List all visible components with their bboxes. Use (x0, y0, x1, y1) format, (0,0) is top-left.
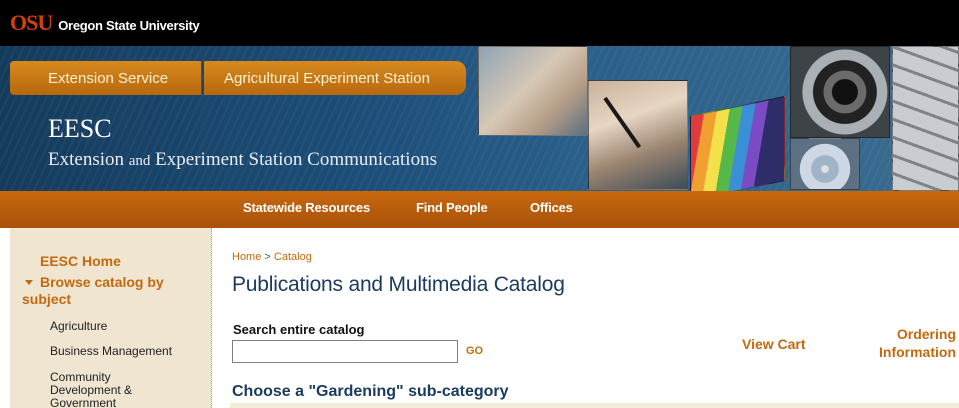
breadcrumb-separator: > (264, 251, 271, 263)
banner-subtitle-part1: Extension (48, 149, 124, 170)
caret-down-icon (25, 280, 33, 285)
banner-title: EESC (48, 114, 112, 143)
tab-extension-service[interactable]: Extension Service (10, 61, 202, 95)
page-title: Publications and Multimedia Catalog (232, 273, 565, 296)
breadcrumb: Home > Catalog (232, 251, 312, 263)
search-input[interactable] (232, 340, 458, 363)
tab-agricultural-experiment-station[interactable]: Agricultural Experiment Station (204, 61, 466, 95)
tab-extension-service-label: Extension Service (48, 69, 169, 87)
nav-offices[interactable]: Offices (530, 200, 573, 215)
search-go-button[interactable]: GO (466, 345, 483, 357)
banner-subtitle: Extension and Experiment Station Communi… (48, 149, 437, 171)
sidebar-eesc-home-link[interactable]: EESC Home (40, 253, 121, 269)
banner-photo-hand (478, 46, 588, 136)
banner-photo-keyboard (892, 46, 959, 191)
eesc-banner: Extension Service Agricultural Experimen… (0, 46, 959, 191)
main-nav-bar: Statewide Resources Find People Offices (0, 191, 959, 228)
sidebar-item-community-development[interactable]: Community Development & Government (50, 371, 132, 408)
sidebar: EESC Home Browse catalog by subject Agri… (10, 228, 212, 408)
sidebar-item-community-line2: Development & (50, 383, 133, 397)
sidebar-browse-line1: Browse catalog by (40, 274, 164, 290)
sidebar-browse-catalog-link[interactable]: Browse catalog by subject (22, 274, 200, 308)
banner-subtitle-and: and (128, 153, 151, 169)
osu-logo-mark: OSU (10, 10, 53, 35)
osu-logo[interactable]: OSU Oregon State University (10, 10, 200, 35)
subcategory-heading: Choose a "Gardening" sub-category (232, 383, 509, 400)
search-label: Search entire catalog (233, 322, 365, 337)
banner-photo-disc (790, 138, 860, 190)
subcategory-list-band (230, 403, 959, 408)
breadcrumb-home-link[interactable]: Home (232, 251, 261, 263)
sidebar-browse-line2: subject (22, 291, 72, 307)
banner-photo-camera-lens (790, 46, 890, 138)
ordering-information-link[interactable]: Ordering Information (856, 325, 956, 361)
ordering-line2: Information (879, 344, 956, 360)
osu-header-bar: OSU Oregon State University (0, 0, 959, 46)
ordering-line1: Ordering (896, 326, 956, 342)
sidebar-item-business-management[interactable]: Business Management (50, 345, 172, 358)
tab-agricultural-experiment-station-label: Agricultural Experiment Station (224, 69, 430, 87)
view-cart-link[interactable]: View Cart (742, 336, 806, 352)
nav-find-people[interactable]: Find People (416, 200, 488, 215)
breadcrumb-catalog-link[interactable]: Catalog (274, 251, 312, 263)
university-name: Oregon State University (58, 18, 200, 33)
nav-statewide-resources[interactable]: Statewide Resources (243, 200, 370, 215)
banner-subtitle-part2: Experiment Station Communications (155, 149, 437, 170)
sidebar-item-agriculture[interactable]: Agriculture (50, 320, 107, 333)
banner-photo-pen (588, 80, 688, 190)
sidebar-item-community-line3: Government (50, 396, 117, 408)
sidebar-item-community-line1: Community (50, 370, 111, 384)
